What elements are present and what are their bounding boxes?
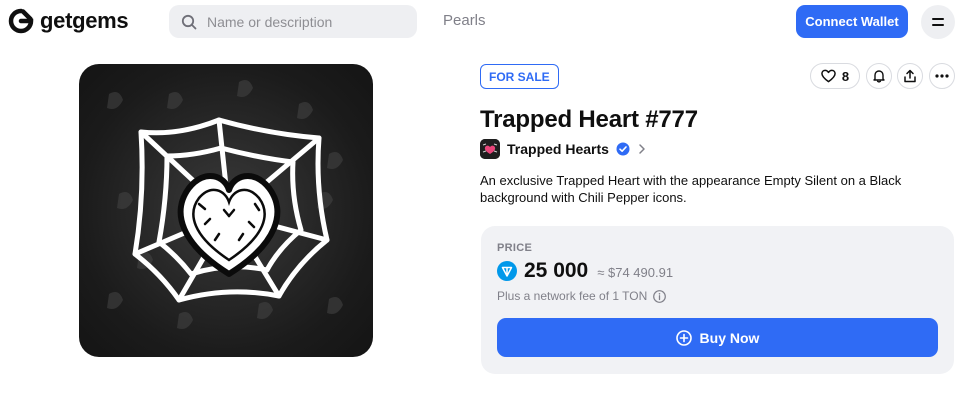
buy-now-label: Buy Now bbox=[699, 329, 760, 346]
search-bar[interactable] bbox=[169, 5, 417, 38]
like-button[interactable]: 8 bbox=[810, 63, 860, 89]
top-header: getgems Pearls Connect Wallet bbox=[0, 0, 974, 44]
heart-icon bbox=[821, 69, 836, 83]
menu-icon-line bbox=[932, 24, 944, 26]
getgems-logo[interactable]: getgems bbox=[8, 8, 129, 34]
getgems-logo-icon bbox=[8, 8, 34, 34]
logo-text: getgems bbox=[40, 8, 129, 33]
share-icon bbox=[904, 69, 916, 83]
plus-circle-icon bbox=[675, 329, 692, 346]
collection-avatar bbox=[480, 139, 500, 159]
info-icon[interactable] bbox=[653, 289, 667, 303]
collection-name: Trapped Hearts bbox=[507, 141, 609, 157]
network-fee-text: Plus a network fee of 1 TON bbox=[497, 289, 648, 303]
verified-icon bbox=[616, 142, 630, 156]
nft-description: An exclusive Trapped Heart with the appe… bbox=[480, 173, 902, 205]
connect-wallet-button[interactable]: Connect Wallet bbox=[796, 5, 908, 38]
share-button[interactable] bbox=[897, 63, 923, 89]
nft-image[interactable] bbox=[79, 64, 373, 357]
menu-button[interactable] bbox=[921, 5, 955, 39]
ton-icon bbox=[497, 261, 517, 281]
menu-icon bbox=[932, 18, 944, 20]
search-icon bbox=[181, 14, 197, 29]
nft-title: Trapped Heart #777 bbox=[480, 106, 698, 133]
search-input[interactable] bbox=[207, 13, 407, 30]
network-fee: Plus a network fee of 1 TON bbox=[497, 289, 667, 303]
nav-link-pearls[interactable]: Pearls bbox=[443, 12, 486, 29]
price-card: PRICE 25 000 ≈ $74 490.91 Plus a network… bbox=[481, 226, 954, 374]
bell-icon bbox=[873, 70, 885, 83]
notify-button[interactable] bbox=[866, 63, 892, 89]
price-row: 25 000 ≈ $74 490.91 bbox=[497, 259, 673, 283]
price-label: PRICE bbox=[497, 242, 533, 254]
buy-now-button[interactable]: Buy Now bbox=[497, 318, 938, 357]
price-value: 25 000 bbox=[524, 259, 589, 282]
chevron-right-icon bbox=[639, 144, 645, 154]
more-icon bbox=[935, 74, 949, 78]
collection-link[interactable]: Trapped Hearts bbox=[480, 139, 647, 159]
for-sale-badge: FOR SALE bbox=[480, 64, 559, 89]
more-options-button[interactable] bbox=[929, 63, 955, 89]
price-usd: ≈ $74 490.91 bbox=[597, 265, 674, 280]
trapped-heart-artwork bbox=[107, 80, 343, 329]
like-count: 8 bbox=[841, 68, 850, 84]
